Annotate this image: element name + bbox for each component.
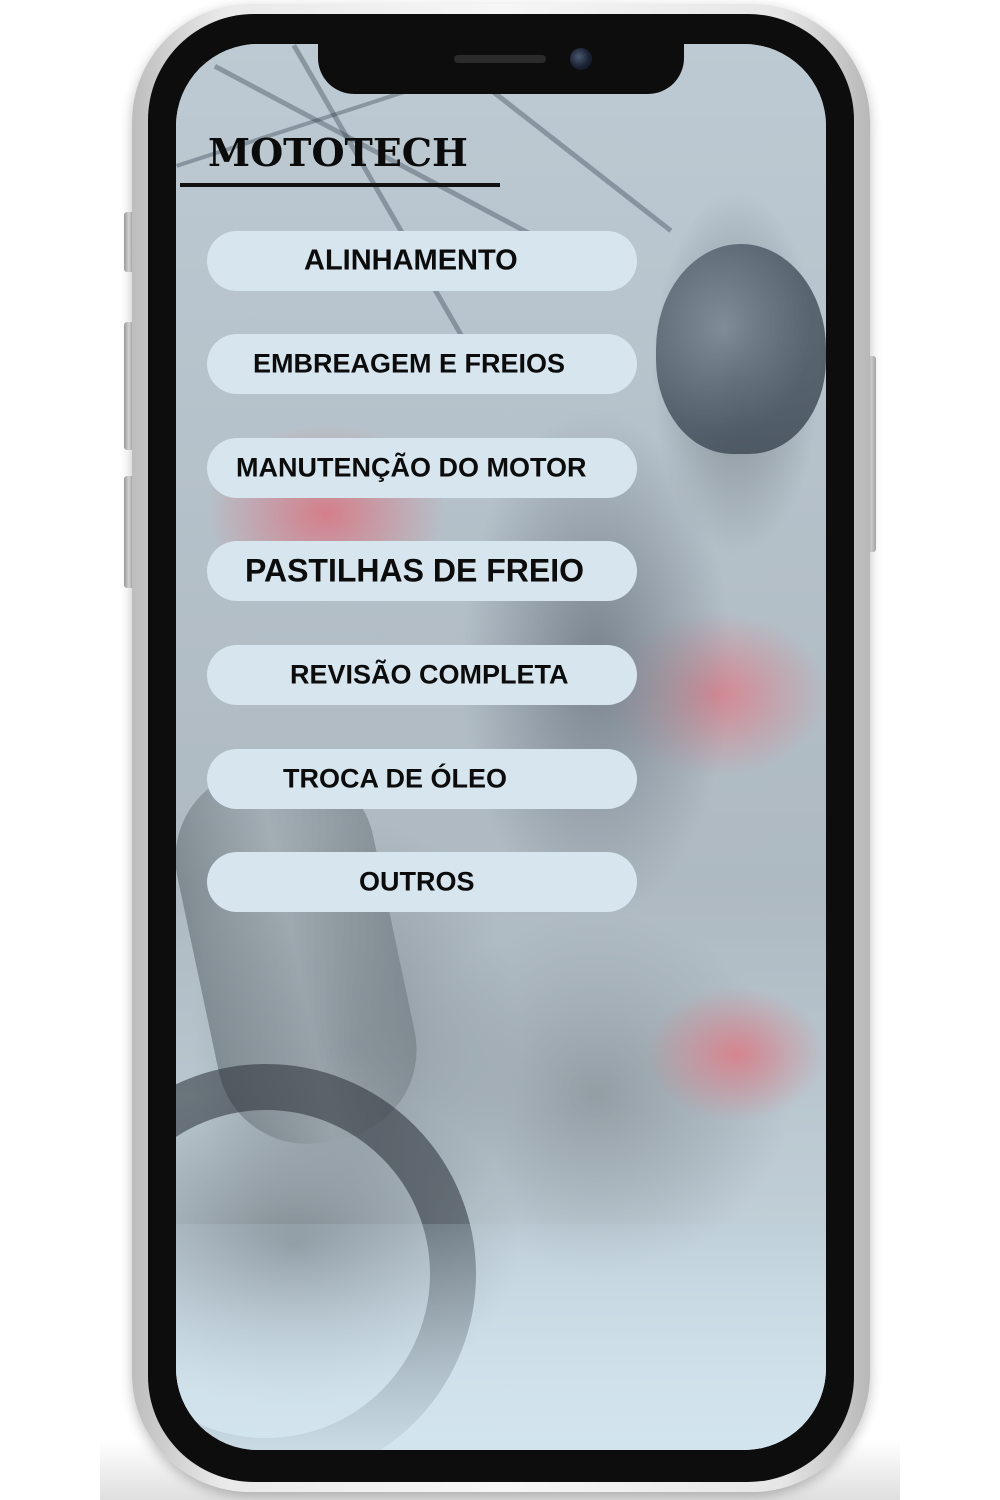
app-title: MOTOTECH (208, 130, 468, 175)
speaker-grille (454, 55, 546, 63)
floor-shape (176, 1224, 826, 1450)
notch (318, 42, 684, 94)
title-underline (180, 183, 500, 187)
helmet-shape (656, 244, 826, 454)
button-label: ALINHAMENTO (304, 244, 518, 277)
button-label: TROCA DE ÓLEO (283, 763, 508, 794)
outros-button[interactable]: OUTROS (207, 852, 637, 912)
button-label: EMBREAGEM E FREIOS (253, 348, 566, 379)
manutencao-motor-button[interactable]: MANUTENÇÃO DO MOTOR (207, 438, 637, 498)
button-label: MANUTENÇÃO DO MOTOR (236, 452, 587, 483)
button-label: OUTROS (359, 866, 475, 897)
troca-oleo-button[interactable]: TROCA DE ÓLEO (207, 749, 637, 809)
alinhamento-button[interactable]: ALINHAMENTO (207, 231, 637, 291)
camera-icon (570, 48, 592, 70)
embreagem-freios-button[interactable]: EMBREAGEM E FREIOS (207, 334, 637, 394)
button-label: PASTILHAS DE FREIO (245, 552, 584, 589)
pastilhas-freio-button[interactable]: PASTILHAS DE FREIO (207, 541, 637, 601)
device-mockup: MOTOTECH ALINHAMENTO EMBREAGEM E FREIOS … (0, 0, 1000, 1500)
button-label: REVISÃO COMPLETA (290, 659, 569, 690)
revisao-completa-button[interactable]: REVISÃO COMPLETA (207, 645, 637, 705)
